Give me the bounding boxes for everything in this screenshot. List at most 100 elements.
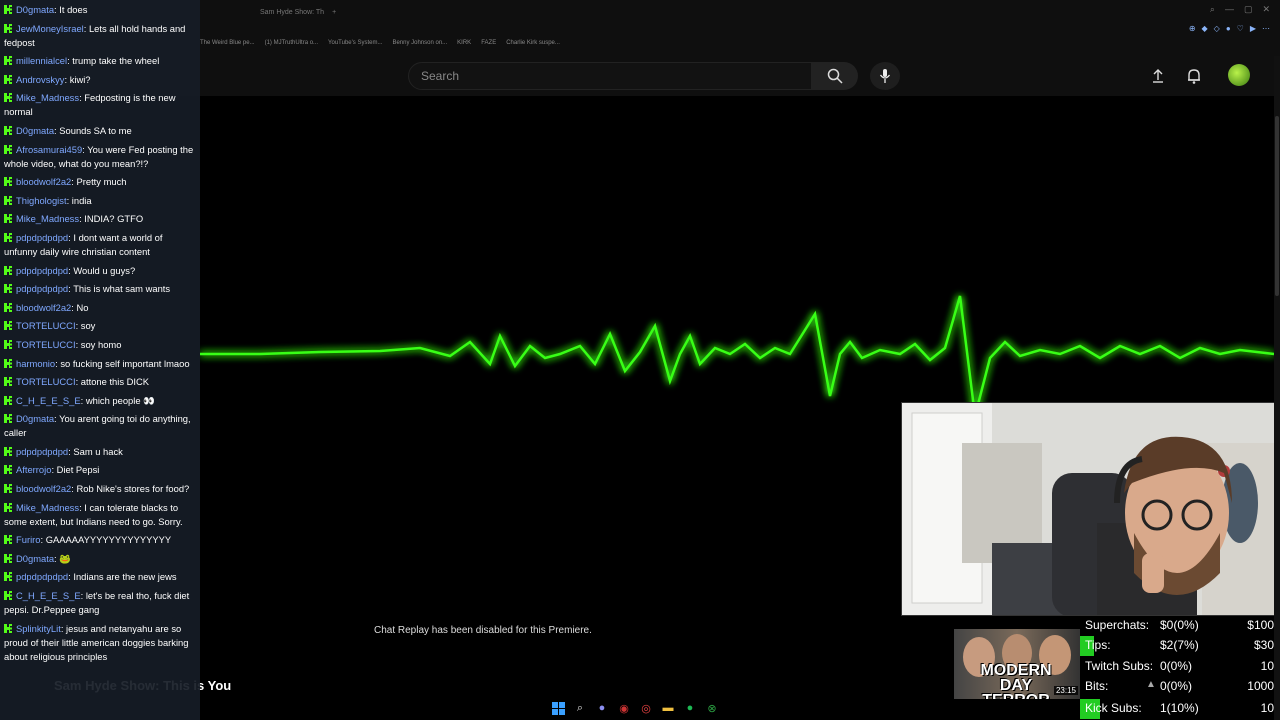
bits-stat: Bits: ▲ 0(0%) 1000 xyxy=(1080,677,1280,697)
bookmark-item[interactable]: FAZE xyxy=(481,40,496,46)
voice-search-button[interactable] xyxy=(870,62,900,90)
chat-username[interactable]: D0gmata xyxy=(16,553,54,564)
chat-username[interactable]: TORTELUCCI xyxy=(16,320,76,331)
search-button[interactable] xyxy=(812,62,858,90)
chat-username[interactable]: pdpdpdpdpd xyxy=(16,571,68,582)
chat-text: 🐸 xyxy=(59,552,71,564)
chat-text: which people 👀 xyxy=(85,394,155,406)
chat-username[interactable]: C_H_E_E_S_E xyxy=(16,395,81,406)
chat-username[interactable]: pdpdpdpdpd xyxy=(16,232,68,243)
search-icon[interactable]: ⌕ xyxy=(1210,4,1215,15)
scrollbar-thumb[interactable] xyxy=(1275,116,1279,296)
chat-username[interactable]: D0gmata xyxy=(16,413,54,424)
chat-message: Thighologist: india xyxy=(4,194,196,208)
chat-message: D0gmata: It does xyxy=(4,3,196,17)
xbox-icon[interactable]: ⊗ xyxy=(704,700,720,716)
chat-username[interactable]: Mike_Madness xyxy=(16,213,79,224)
chat-username[interactable]: Furiro xyxy=(16,534,40,545)
tips-stat: Tips: $2(7%) $30 xyxy=(1080,636,1280,656)
chat-disabled-notice: Chat Replay has been disabled for this P… xyxy=(374,625,592,636)
bookmark-item[interactable]: KIRK xyxy=(457,40,471,46)
stat-goal: 10 xyxy=(1260,701,1274,715)
new-tab-icon[interactable]: + xyxy=(332,9,336,16)
chat-username[interactable]: bloodwolf2a2 xyxy=(16,302,71,313)
favorite-icon[interactable]: ♡ xyxy=(1237,24,1244,33)
zoom-icon[interactable]: ⊕ xyxy=(1189,24,1196,33)
chat-username[interactable]: D0gmata xyxy=(16,4,54,15)
stat-value: 1(10%) xyxy=(1160,701,1199,715)
kick-icon xyxy=(4,446,12,456)
chat-text: attone this DICK xyxy=(80,376,150,388)
chat-username[interactable]: JewMoneyIsrael xyxy=(16,23,84,34)
chat-username[interactable]: pdpdpdpdpd xyxy=(16,446,68,457)
bookmark-item[interactable]: Charlie Kirk suspe... xyxy=(506,40,560,46)
kick-icon xyxy=(4,358,12,368)
chat-username[interactable]: Androvskyy xyxy=(16,74,64,85)
discord-icon[interactable]: ● xyxy=(594,700,610,716)
chat-username[interactable]: bloodwolf2a2 xyxy=(16,176,71,187)
notifications-button[interactable] xyxy=(1184,66,1204,86)
bookmark-item[interactable]: The Weird Blue pe... xyxy=(200,40,255,46)
webcam-image xyxy=(902,403,1279,615)
minimize-icon[interactable]: — xyxy=(1225,4,1234,15)
thumbnail-duration: 23:15 xyxy=(1053,686,1078,695)
search-icon[interactable]: ⌕ xyxy=(572,700,588,716)
chat-username[interactable]: Afrosamurai459 xyxy=(16,144,82,155)
chat-message: bloodwolf2a2: Rob Nike's stores for food… xyxy=(4,482,196,496)
bookmark-item[interactable]: (1) MJTruthUltra o... xyxy=(265,40,318,46)
chat-username[interactable]: Afterrojo xyxy=(16,464,51,475)
chat-username[interactable]: harmonio xyxy=(16,358,55,369)
kick-icon xyxy=(4,232,12,242)
chat-username[interactable]: Mike_Madness xyxy=(16,92,79,103)
chat-text: trump take the wheel xyxy=(72,55,160,67)
stat-value: $2(7%) xyxy=(1160,638,1199,652)
chat-message: SplinkityLit: jesus and netanyahu are so… xyxy=(4,622,196,664)
avatar[interactable] xyxy=(1228,64,1250,86)
chat-username[interactable]: pdpdpdpdpd xyxy=(16,265,68,276)
chat-username[interactable]: bloodwolf2a2 xyxy=(16,483,71,494)
start-icon[interactable] xyxy=(550,700,566,716)
chat-username[interactable]: SplinkityLit xyxy=(16,623,61,634)
chat-message: D0gmata: Sounds SA to me xyxy=(4,124,196,138)
spotify-icon[interactable]: ● xyxy=(682,700,698,716)
chrome-icon[interactable]: ◎ xyxy=(638,700,654,716)
maximize-icon[interactable]: ▢ xyxy=(1244,4,1253,15)
chat-username[interactable]: TORTELUCCI xyxy=(16,376,76,387)
superchats-stat: Superchats: $0(0%) $100 xyxy=(1080,616,1280,636)
recommended-video-thumbnail[interactable]: MODERN DAY TERROR 23:15 xyxy=(954,629,1080,699)
chat-username[interactable]: Mike_Madness xyxy=(16,502,79,513)
kick-icon xyxy=(4,377,12,387)
chat-text: INDIA? GTFO xyxy=(84,213,144,225)
chat-message: D0gmata: 🐸 xyxy=(4,552,196,566)
extension-icon[interactable]: ◆ xyxy=(1202,24,1208,33)
chat-overlay: D0gmata: It does JewMoneyIsrael: Lets all… xyxy=(0,0,200,720)
chat-username[interactable]: Thighologist xyxy=(16,195,67,206)
folder-icon[interactable]: ▬ xyxy=(660,700,676,716)
chat-username[interactable]: TORTELUCCI xyxy=(16,339,76,350)
extension-icon[interactable]: ◇ xyxy=(1214,24,1220,33)
close-icon[interactable]: ✕ xyxy=(1262,4,1270,15)
extension-icon[interactable]: ● xyxy=(1226,24,1231,33)
search-icon xyxy=(827,68,843,84)
browser-tab[interactable]: Sam Hyde Show: Th xyxy=(200,9,324,16)
stat-label: Twitch Subs: xyxy=(1085,659,1154,673)
bookmark-item[interactable]: Benny Johnson on... xyxy=(392,40,447,46)
search-input[interactable]: Search xyxy=(408,62,812,90)
extension-icons: ⊕ ◆ ◇ ● ♡ ▶ ⋯ xyxy=(1189,24,1270,33)
bookmark-item[interactable]: YouTube's System... xyxy=(328,40,382,46)
chat-text: It does xyxy=(59,4,88,15)
page-scrollbar[interactable] xyxy=(1274,56,1280,720)
upload-icon xyxy=(1153,69,1163,83)
kick-icon xyxy=(4,93,12,103)
obs-icon[interactable]: ◉ xyxy=(616,700,632,716)
chat-username[interactable]: C_H_E_E_S_E xyxy=(16,590,81,601)
kick-icon xyxy=(4,553,12,563)
upload-button[interactable] xyxy=(1148,66,1168,86)
chat-message: pdpdpdpdpd: Sam u hack xyxy=(4,445,196,459)
chat-username[interactable]: pdpdpdpdpd xyxy=(16,283,68,294)
menu-icon[interactable]: ⋯ xyxy=(1262,24,1270,33)
chat-username[interactable]: D0gmata xyxy=(16,125,54,136)
extension-icon[interactable]: ▶ xyxy=(1250,24,1256,33)
chat-username[interactable]: millennialcel xyxy=(16,55,67,66)
chat-message: TORTELUCCI: soy xyxy=(4,319,196,333)
